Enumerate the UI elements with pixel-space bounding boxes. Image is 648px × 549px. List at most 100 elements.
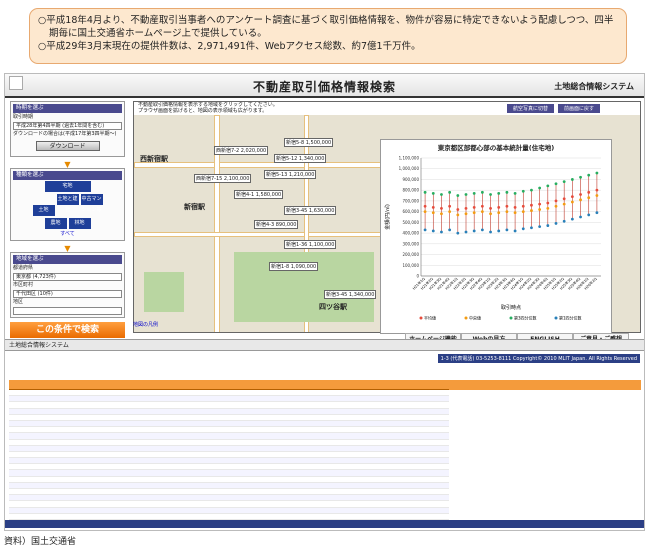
data-point: [440, 212, 443, 216]
station-label: 西新宿駅: [140, 155, 168, 163]
data-point: [464, 193, 468, 196]
data-point: [521, 204, 525, 208]
data-point: [448, 228, 452, 232]
type-tile-farmland[interactable]: 農地: [44, 218, 67, 229]
data-point: [513, 211, 517, 215]
data-point: [431, 205, 435, 209]
price-marker[interactable]: 西新宿7-2 2,020,000: [214, 146, 269, 155]
price-marker[interactable]: 新宿1-8 1,090,000: [269, 262, 319, 271]
statistics-chart: 0 100,000 200,000 300,000 400,000 500,000 600,…: [384, 156, 601, 321]
data-point: [431, 192, 435, 195]
data-point: [440, 207, 443, 210]
y-tick-label: 200,000: [402, 252, 419, 257]
data-point: [464, 212, 468, 216]
search-button[interactable]: この条件で検索: [10, 322, 125, 338]
data-point: [489, 207, 492, 210]
download-button[interactable]: ダウンロード: [35, 141, 100, 151]
source-note: 資料）国土交通省: [4, 537, 77, 547]
type-tile-condo[interactable]: 中古マンション等: [80, 194, 103, 213]
table-header-row: [9, 380, 449, 390]
down-arrow-icon: ▼: [64, 244, 71, 253]
data-point: [554, 199, 558, 203]
map-park: [144, 272, 184, 312]
city-select[interactable]: 千代田区 (10件): [13, 290, 122, 298]
data-point: [562, 180, 566, 183]
price-marker[interactable]: 新宿5-13 1,210,000: [264, 170, 317, 179]
data-point: [570, 200, 574, 204]
data-point: [505, 190, 509, 194]
y-tick-label: 600,000: [402, 209, 419, 214]
type-tile-land-building[interactable]: 土地と建物: [56, 194, 79, 213]
y-tick-label: 0: [416, 274, 419, 279]
type-tile-land[interactable]: 土地: [32, 205, 55, 216]
price-marker[interactable]: 新宿5-12 1,340,000: [274, 154, 327, 163]
data-point: [513, 205, 517, 209]
area-section: 地域を選ぶ 都道府県 東京都 (4,723件) 市区町村 千代田区 (10件) …: [10, 252, 125, 318]
results-table-screenshot: 土地総合情報システム 1-3 (代表電話) 03-5253-8111 Copyr…: [5, 339, 644, 530]
price-marker[interactable]: 西新宿7-15 2,100,000: [194, 174, 252, 183]
system-name: 土地総合情報システム: [554, 82, 634, 91]
data-point: [521, 210, 525, 214]
price-marker[interactable]: 新宿3-45 1,630,000: [284, 206, 337, 215]
data-point: [554, 204, 558, 208]
type-tile-residential[interactable]: 宅地: [44, 181, 91, 192]
period-select[interactable]: 平成28年第4四半期 (過去1年間を含む): [13, 122, 122, 130]
data-point: [562, 197, 566, 201]
aerial-photo-tab[interactable]: 航空写真に切替: [506, 104, 554, 113]
data-point: [464, 207, 468, 210]
results-footer: [5, 520, 644, 528]
y-tick-label: 1,000,000: [399, 166, 420, 171]
data-point: [513, 192, 517, 195]
data-point: [423, 228, 427, 232]
data-point: [431, 229, 435, 233]
y-tick-label: 400,000: [402, 231, 419, 236]
price-marker[interactable]: 新宿1-36 1,100,000: [284, 240, 337, 249]
data-point: [423, 210, 427, 214]
data-point: [562, 202, 566, 206]
data-point: [595, 194, 599, 197]
search-sidebar: 時期を選ぶ 取引時期 平成28年第4四半期 (過去1年間を含む) ダウンロードの…: [10, 101, 125, 338]
section-title-period: 時期を選ぶ: [13, 104, 122, 113]
table-row[interactable]: [9, 514, 449, 520]
price-marker[interactable]: 新宿4-3 890,000: [254, 220, 299, 229]
data-point: [472, 205, 476, 209]
all-types-link[interactable]: すべて: [13, 231, 122, 238]
page-title: 不動産取引価格情報検索: [252, 80, 396, 94]
note-line-1: ○平成18年4月より、不動産取引当事者へのアンケート調査に基づく取引価格情報を、…: [38, 15, 614, 39]
data-point: [497, 211, 501, 215]
results-table-right: [449, 380, 641, 390]
city-label: 市区町村: [13, 282, 34, 288]
district-select[interactable]: [13, 307, 122, 315]
y-tick-label: 1,100,000: [399, 156, 420, 161]
data-point: [530, 209, 533, 212]
data-point: [513, 229, 517, 233]
pref-select[interactable]: 東京都 (4,723件): [13, 273, 122, 281]
note-line-2: ○平成29年3月末現在の提供件数は、2,971,491件、Webアクセス総数、約…: [38, 41, 421, 52]
data-point: [579, 198, 582, 202]
data-point: [448, 210, 452, 214]
data-point: [497, 229, 501, 233]
station-label: 新宿駅: [184, 203, 205, 211]
data-point: [595, 171, 599, 175]
legend-swatch: [509, 316, 513, 320]
period-section: 時期を選ぶ 取引時期 平成28年第4四半期 (過去1年間を含む) ダウンロードの…: [10, 101, 125, 157]
price-marker[interactable]: 新宿4-1 1,580,000: [234, 190, 284, 199]
legend-swatch: [554, 316, 558, 320]
price-marker[interactable]: 新宿5-8 1,500,000: [284, 138, 334, 147]
district-label: 地区: [13, 299, 24, 305]
results-header: 土地総合情報システム: [5, 340, 644, 351]
map-legend-link[interactable]: 地図の凡例: [133, 321, 158, 328]
data-point: [570, 195, 574, 199]
data-point: [554, 182, 558, 186]
type-tile-forest[interactable]: 林地: [68, 218, 91, 229]
back-tab[interactable]: 前画面に戻す: [557, 104, 600, 113]
price-marker[interactable]: 新宿3-45 1,340,000: [324, 290, 377, 299]
app-header: 不動産取引価格情報検索 土地総合情報システム: [5, 74, 644, 98]
data-point: [472, 192, 476, 195]
data-point: [480, 210, 484, 214]
data-point: [538, 225, 542, 229]
results-table: [9, 380, 449, 520]
legend-label: 第3四分位数: [514, 315, 537, 321]
data-point: [521, 189, 525, 193]
data-point: [456, 208, 460, 211]
